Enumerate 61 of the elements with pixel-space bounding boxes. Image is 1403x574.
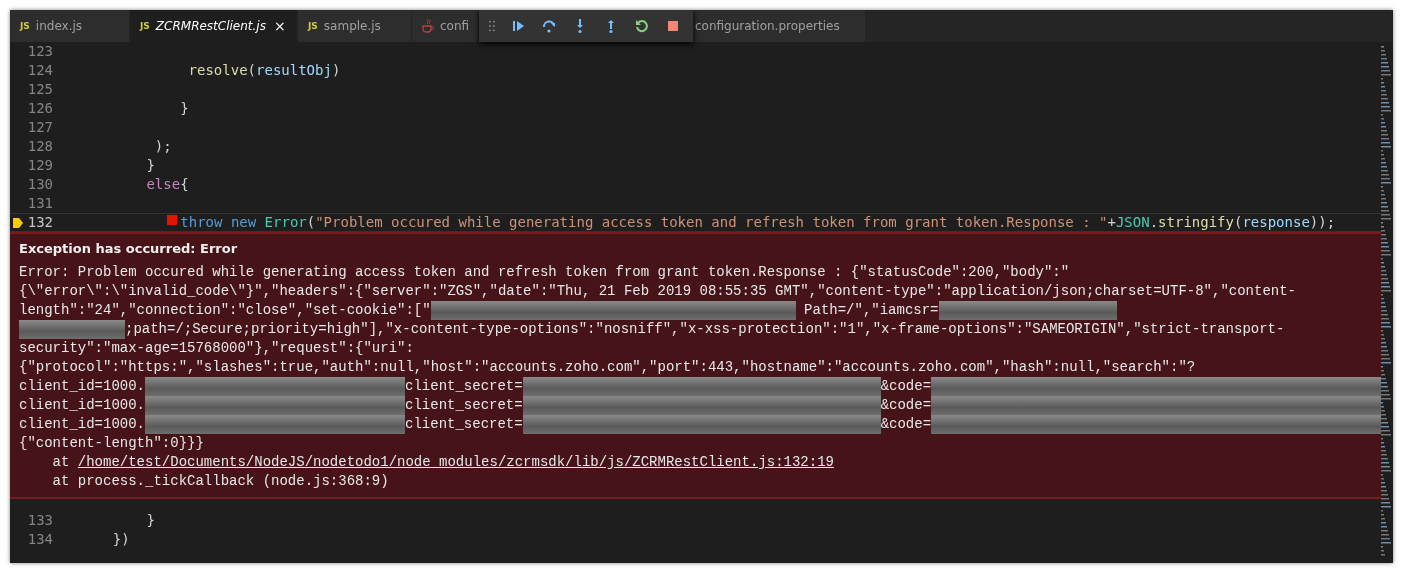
exception-title: Exception has occurred: Error bbox=[19, 240, 239, 258]
minimap-drawing[interactable] bbox=[1381, 42, 1393, 563]
code-line: } bbox=[180, 99, 189, 118]
step-over-icon bbox=[541, 18, 558, 34]
exception-text: length":"24","connection":"close","set-cookie":[" bbox=[19, 301, 431, 320]
exception-text: client_id=1000. bbox=[19, 396, 146, 415]
line-number: 132 bbox=[27, 214, 53, 231]
restart-icon bbox=[634, 18, 651, 34]
exception-text: ;path=/;Secure;priority=high"],"x-content-type-options":"nosniff","x-xss-protection":"1","x-frame-options":"SAMEORIGIN","strict-transport- bbox=[125, 320, 1285, 339]
code-line: }) bbox=[112, 530, 130, 549]
exception-text: client_id=1000. bbox=[19, 377, 146, 396]
js-file-icon: JS bbox=[140, 21, 150, 31]
line-number: 126 bbox=[27, 99, 53, 118]
code-line: } bbox=[146, 156, 155, 175]
exception-text: security":"max-age=15768000"},"request":{"uri": bbox=[19, 339, 414, 358]
line-number: 133 bbox=[27, 511, 53, 530]
drag-handle-icon[interactable] bbox=[489, 20, 495, 32]
exception-text: at process._tickCallback (node.js:368:9) bbox=[51, 472, 389, 491]
exception-text: {"protocol":"https:","slashes":true,"auth":null,"host":"accounts.zoho.com","port":443,"hostname":"accounts.zoho.com","hash":null,"search":"? bbox=[19, 358, 1196, 377]
line-number: 124 bbox=[27, 61, 53, 80]
editor-tab[interactable]: confi bbox=[412, 10, 479, 42]
exception-text: client_secret= bbox=[405, 415, 523, 434]
line-number: 131 bbox=[27, 194, 53, 213]
code-line: resolve(resultObj) bbox=[188, 61, 341, 80]
tab-label: sample.js bbox=[323, 19, 381, 33]
code-line: throw new Error("Problem occured while generating access token and refresh token from grant token.Response : "+JSON.stringify(response)); bbox=[180, 214, 1336, 231]
exception-text: Path=/","iamcsr= bbox=[803, 301, 939, 320]
editor-tab[interactable]: JS sample.js bbox=[298, 10, 412, 42]
line-number: 129 bbox=[27, 156, 53, 175]
exception-text: &code= bbox=[880, 396, 932, 415]
exception-text: client_secret= bbox=[405, 377, 523, 396]
exception-text: Error: Problem occured while generating access token and refresh token from grant token.Response : {"statusCode":200,"body":" bbox=[19, 263, 1070, 282]
exception-text: at bbox=[51, 453, 71, 472]
file-path-link[interactable]: /home/test/Documents/NodeJS/nodetodo1/node_modules/zcrmsdk/lib/js/ZCRMRestClient.js:132:19 bbox=[77, 453, 834, 472]
editor-tab[interactable]: JS ZCRMRestClient.js × bbox=[130, 10, 298, 42]
exception-text: client_secret= bbox=[405, 396, 523, 415]
code-line: ); bbox=[154, 137, 172, 156]
line-number: 123 bbox=[27, 42, 53, 61]
close-tab-button[interactable]: × bbox=[273, 18, 286, 34]
line-number: 127 bbox=[27, 118, 53, 137]
tab-label: configuration.properties bbox=[695, 19, 840, 33]
breakpoint-icon[interactable] bbox=[167, 215, 178, 225]
line-number: 128 bbox=[27, 137, 53, 156]
js-file-icon: JS bbox=[308, 21, 318, 31]
exception-text: &code= bbox=[880, 415, 932, 434]
tab-label: ZCRMRestClient.js bbox=[155, 19, 266, 33]
code-line: else{ bbox=[146, 175, 189, 194]
tab-label: index.js bbox=[35, 19, 83, 33]
code-line: } bbox=[146, 511, 155, 530]
exception-text: {"content-length":0}}} bbox=[19, 434, 204, 453]
coffee-cup-icon bbox=[422, 19, 434, 33]
editor-tab[interactable]: JS index.js bbox=[10, 10, 130, 42]
tab-label: confi bbox=[440, 19, 470, 33]
exception-text: {\"error\":\"invalid_code\"}","headers":{"server":"ZGS","date":"Thu, 21 Feb 2019 08:55:35 GMT","content-type":"application/json;charset=UTF-8","content- bbox=[19, 282, 1296, 301]
exception-text: &code= bbox=[880, 377, 932, 396]
editor-tab[interactable]: configuration.properties bbox=[693, 10, 866, 42]
exception-text: client_id=1000. bbox=[19, 415, 146, 434]
js-file-icon: JS bbox=[20, 21, 30, 31]
line-number: 130 bbox=[27, 175, 53, 194]
line-number: 134 bbox=[27, 530, 53, 549]
line-number: 125 bbox=[27, 80, 53, 99]
